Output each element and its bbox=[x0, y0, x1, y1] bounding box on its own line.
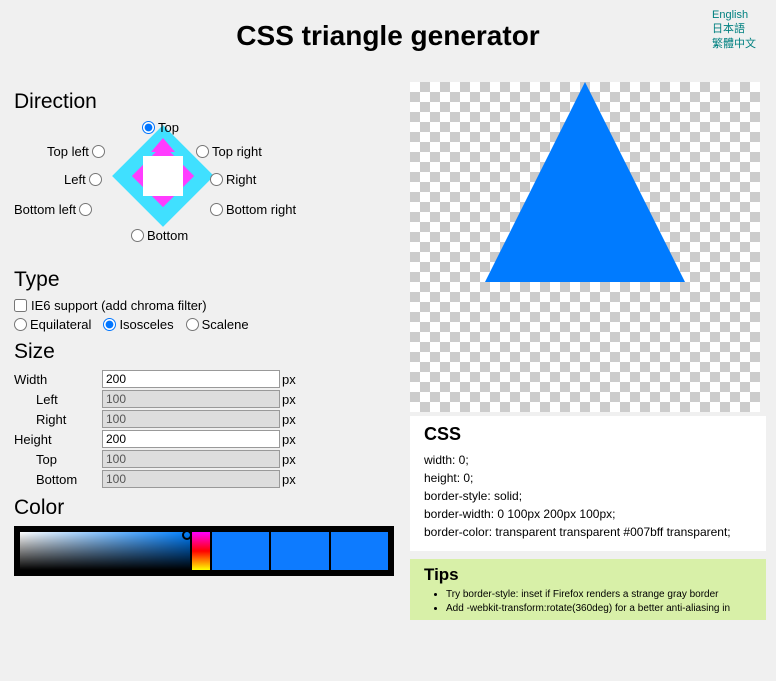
color-handle[interactable] bbox=[182, 530, 192, 540]
color-swatch-2[interactable] bbox=[271, 532, 328, 570]
size-right-row: Right px bbox=[14, 410, 400, 428]
direction-top[interactable]: Top bbox=[142, 120, 179, 135]
tips-heading: Tips bbox=[424, 565, 752, 585]
lang-english[interactable]: English bbox=[712, 8, 756, 22]
type-scalene-radio[interactable] bbox=[186, 318, 199, 331]
tips-item: Add -webkit-transform:rotate(360deg) for… bbox=[446, 602, 752, 616]
type-isosceles-radio[interactable] bbox=[103, 318, 116, 331]
type-scalene[interactable]: Scalene bbox=[186, 317, 249, 332]
size-top-unit: px bbox=[282, 452, 296, 467]
css-heading: CSS bbox=[424, 424, 752, 445]
size-top-label: Top bbox=[14, 452, 102, 467]
size-width-unit: px bbox=[282, 372, 296, 387]
language-switcher: English 日本語 繁體中文 bbox=[712, 8, 756, 51]
direction-compass bbox=[127, 140, 199, 212]
size-bottom-unit: px bbox=[282, 472, 296, 487]
size-left-row: Left px bbox=[14, 390, 400, 408]
direction-bottomright[interactable]: Bottom right bbox=[210, 202, 296, 217]
lang-chinese[interactable]: 繁體中文 bbox=[712, 37, 756, 51]
css-line: border-color: transparent transparent #0… bbox=[424, 523, 752, 541]
size-top-row: Top px bbox=[14, 450, 400, 468]
type-isosceles[interactable]: Isosceles bbox=[103, 317, 173, 332]
ie6-label: IE6 support (add chroma filter) bbox=[31, 298, 207, 313]
tips-box: Tips Try border-style: inset if Firefox … bbox=[410, 559, 766, 620]
direction-bottom-radio[interactable] bbox=[131, 229, 144, 242]
direction-topright-radio[interactable] bbox=[196, 145, 209, 158]
direction-topleft-radio[interactable] bbox=[92, 145, 105, 158]
color-swatch-1[interactable] bbox=[212, 532, 269, 570]
css-line: border-width: 0 100px 200px 100px; bbox=[424, 505, 752, 523]
page-title: CSS triangle generator bbox=[0, 20, 776, 52]
direction-left[interactable]: Left bbox=[64, 172, 102, 187]
color-heading: Color bbox=[14, 496, 400, 520]
size-right-unit: px bbox=[282, 412, 296, 427]
size-height-input[interactable] bbox=[102, 430, 280, 448]
size-bottom-input[interactable] bbox=[102, 470, 280, 488]
direction-heading: Direction bbox=[14, 90, 400, 114]
color-swatch-3[interactable] bbox=[331, 532, 388, 570]
color-picker[interactable] bbox=[14, 526, 394, 576]
ie6-checkbox[interactable] bbox=[14, 299, 27, 312]
css-output: CSS width: 0; height: 0; border-style: s… bbox=[410, 416, 766, 551]
size-bottom-row: Bottom px bbox=[14, 470, 400, 488]
color-gradient[interactable] bbox=[20, 532, 190, 570]
direction-bottom[interactable]: Bottom bbox=[131, 228, 188, 243]
size-right-input[interactable] bbox=[102, 410, 280, 428]
css-line: width: 0; bbox=[424, 451, 752, 469]
direction-top-radio[interactable] bbox=[142, 121, 155, 134]
size-left-unit: px bbox=[282, 392, 296, 407]
size-heading: Size bbox=[14, 340, 400, 364]
controls-panel: Direction Top Top left Top right Left Ri… bbox=[0, 82, 410, 681]
direction-right[interactable]: Right bbox=[210, 172, 256, 187]
direction-left-radio[interactable] bbox=[89, 173, 102, 186]
direction-right-radio[interactable] bbox=[210, 173, 223, 186]
size-height-label: Height bbox=[14, 432, 102, 447]
direction-bottomright-radio[interactable] bbox=[210, 203, 223, 216]
size-left-label: Left bbox=[14, 392, 102, 407]
type-equilateral[interactable]: Equilateral bbox=[14, 317, 91, 332]
direction-bottomleft-radio[interactable] bbox=[79, 203, 92, 216]
color-hue-slider[interactable] bbox=[192, 532, 210, 570]
css-line: height: 0; bbox=[424, 469, 752, 487]
lang-japanese[interactable]: 日本語 bbox=[712, 22, 756, 36]
direction-topleft[interactable]: Top left bbox=[47, 144, 105, 159]
size-bottom-label: Bottom bbox=[14, 472, 102, 487]
css-line: border-style: solid; bbox=[424, 487, 752, 505]
size-width-row: Width px bbox=[14, 370, 400, 388]
size-height-row: Height px bbox=[14, 430, 400, 448]
size-height-unit: px bbox=[282, 432, 296, 447]
size-top-input[interactable] bbox=[102, 450, 280, 468]
direction-picker: Top Top left Top right Left Right Bottom… bbox=[14, 120, 400, 260]
size-right-label: Right bbox=[14, 412, 102, 427]
tips-item: Try border-style: inset if Firefox rende… bbox=[446, 588, 752, 602]
tips-list: Try border-style: inset if Firefox rende… bbox=[424, 588, 752, 616]
ie6-row: IE6 support (add chroma filter) bbox=[14, 298, 400, 313]
direction-bottomleft[interactable]: Bottom left bbox=[14, 202, 92, 217]
output-panel: CSS width: 0; height: 0; border-style: s… bbox=[410, 82, 776, 681]
size-width-input[interactable] bbox=[102, 370, 280, 388]
size-left-input[interactable] bbox=[102, 390, 280, 408]
type-equilateral-radio[interactable] bbox=[14, 318, 27, 331]
size-width-label: Width bbox=[14, 372, 102, 387]
type-radios: Equilateral Isosceles Scalene bbox=[14, 317, 400, 332]
page-header: CSS triangle generator English 日本語 繁體中文 bbox=[0, 0, 776, 82]
direction-topright[interactable]: Top right bbox=[196, 144, 262, 159]
type-heading: Type bbox=[14, 268, 400, 292]
triangle-preview bbox=[410, 82, 760, 412]
triangle-shape bbox=[485, 82, 685, 282]
